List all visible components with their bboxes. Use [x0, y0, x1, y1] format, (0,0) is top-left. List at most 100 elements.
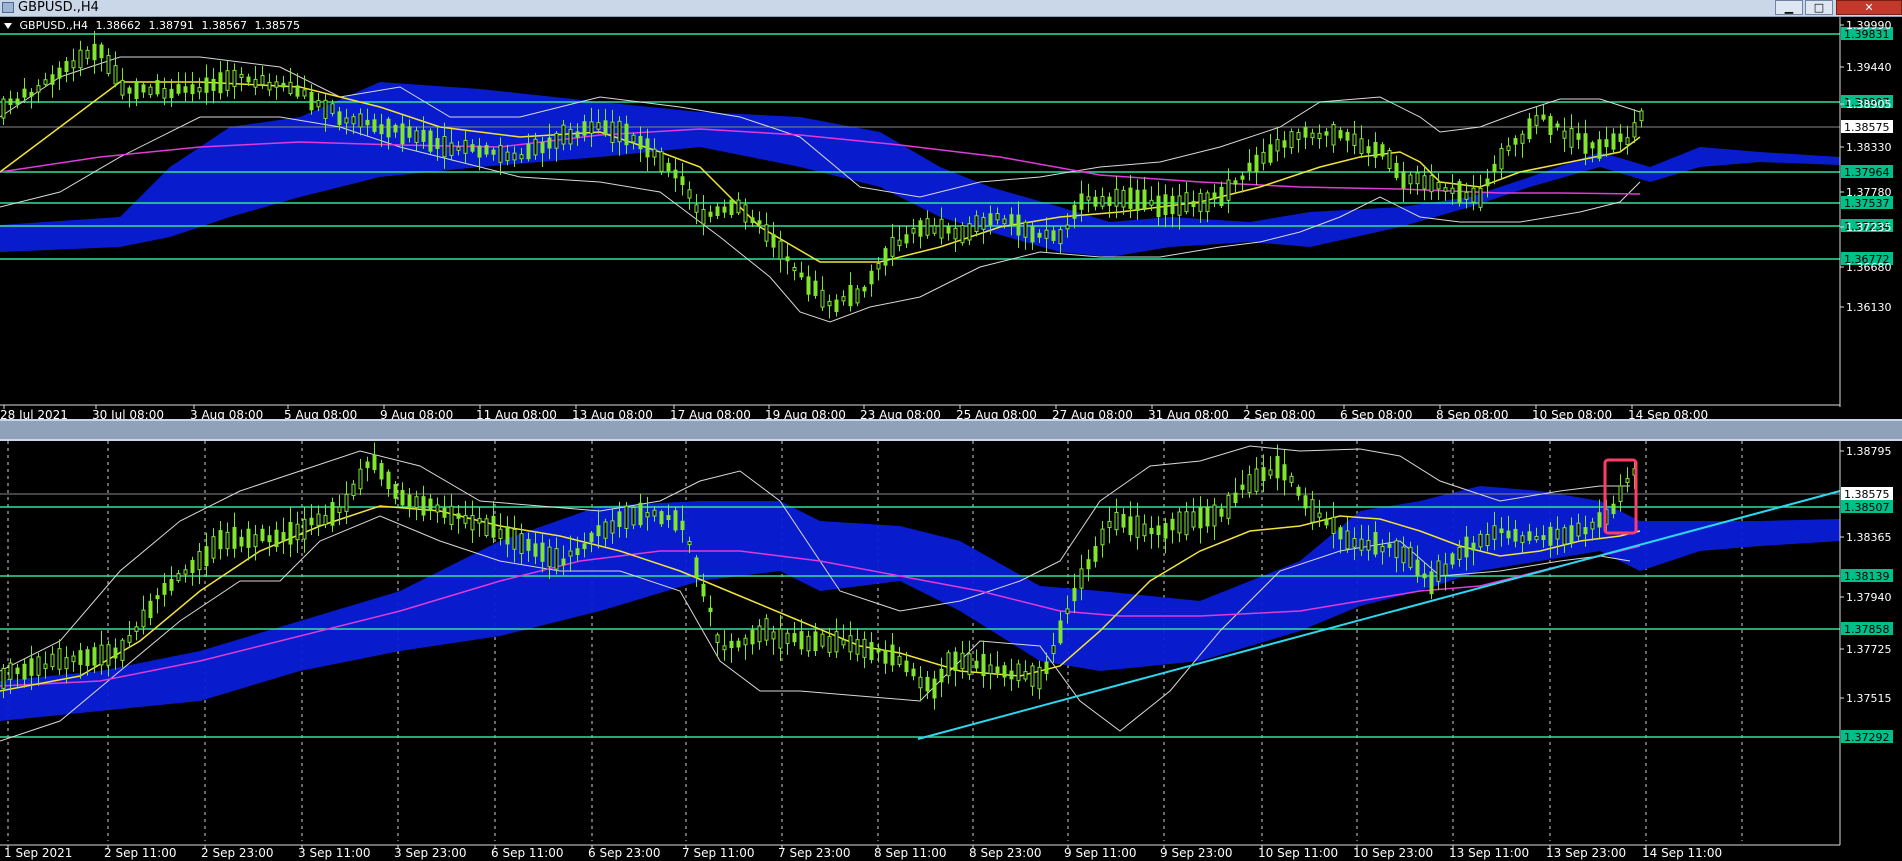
- candle-body: [1436, 560, 1441, 582]
- candle-body: [29, 91, 34, 97]
- candle-body: [267, 535, 272, 543]
- candle-body: [365, 119, 370, 126]
- candle-body: [1590, 521, 1595, 530]
- candle-body: [1317, 132, 1322, 139]
- candle-body: [393, 124, 398, 133]
- candle-body: [722, 645, 727, 651]
- candle-body: [925, 218, 930, 236]
- candle-body: [1261, 467, 1266, 482]
- time-label: 7 Sep 11:00: [682, 846, 754, 860]
- candle-body: [1142, 523, 1147, 537]
- candle-body: [757, 220, 762, 225]
- candle-body: [673, 169, 678, 179]
- candle-body: [15, 98, 20, 105]
- candle-body: [1296, 486, 1301, 496]
- candle-body: [1100, 528, 1105, 546]
- candle-body: [1415, 559, 1420, 577]
- candle-body: [435, 504, 440, 513]
- candle-body: [1352, 133, 1357, 146]
- price-scale-label: 1.39990: [1846, 19, 1892, 32]
- bottom-chart-canvas[interactable]: 1.38507 1.38139 1.37858 1.37292 1.38575 1.38…: [0, 441, 1902, 861]
- candle-body: [1422, 175, 1427, 190]
- candle-body: [1254, 154, 1259, 173]
- bottom-chart-pane[interactable]: 1.38507 1.38139 1.37858 1.37292 1.38575 1.38…: [0, 441, 1902, 861]
- candle-body: [708, 607, 713, 613]
- time-label: 13 Sep 23:00: [1546, 846, 1626, 860]
- candle-body: [1212, 192, 1217, 200]
- candle-body: [400, 123, 405, 145]
- candle-body: [169, 88, 174, 99]
- candle-body: [344, 117, 349, 124]
- candle-body: [1534, 115, 1539, 126]
- candle-body: [302, 89, 307, 97]
- time-label: 6 Sep 08:00: [1340, 408, 1412, 419]
- candle-body: [435, 138, 440, 149]
- candle-body: [1639, 110, 1644, 122]
- candle-body: [309, 517, 314, 526]
- candle-body: [1163, 194, 1168, 216]
- candle-body: [708, 211, 713, 217]
- candle-body: [631, 134, 636, 143]
- candle-body: [596, 122, 601, 130]
- candle-body: [1401, 546, 1406, 564]
- price-scale-label: 1.36680: [1846, 261, 1892, 274]
- candle-body: [603, 120, 608, 135]
- candle-body: [841, 296, 846, 302]
- candle-body: [1184, 192, 1189, 213]
- time-label: 3 Sep 11:00: [298, 846, 370, 860]
- candle-body: [498, 528, 503, 539]
- candle-body: [183, 86, 188, 93]
- candle-body: [561, 124, 566, 145]
- close-button[interactable]: ✕: [1836, 0, 1902, 15]
- candle-body: [1597, 139, 1602, 159]
- candle-body: [358, 113, 363, 128]
- candle-body: [1408, 174, 1413, 185]
- candle-body: [1219, 508, 1224, 517]
- candle-body: [1170, 518, 1175, 531]
- minimize-button[interactable]: ▁: [1775, 0, 1803, 15]
- candle-body: [862, 286, 867, 292]
- candle-body: [974, 215, 979, 233]
- candle-body: [267, 81, 272, 91]
- candle-body: [652, 148, 657, 158]
- pane-separator[interactable]: [0, 419, 1902, 441]
- candle-body: [1023, 671, 1028, 680]
- top-chart-pane[interactable]: 1.39831 1.38907 1.37964 1.37537 1.37234 1.367…: [0, 17, 1902, 419]
- candle-body: [988, 213, 993, 226]
- candle-body: [1387, 149, 1392, 169]
- candle-body: [491, 149, 496, 155]
- candle-body: [484, 145, 489, 155]
- candle-body: [120, 639, 125, 661]
- candle-body: [1457, 546, 1462, 560]
- candle-body: [281, 532, 286, 541]
- candle-body: [1338, 527, 1343, 540]
- candle-body: [1058, 229, 1063, 245]
- candle-body: [1009, 670, 1014, 680]
- candle-body: [1359, 138, 1364, 155]
- candle-body: [1597, 512, 1602, 528]
- candle-body: [1051, 645, 1056, 655]
- candle-body: [1163, 523, 1168, 539]
- candle-body: [169, 578, 174, 591]
- candle-body: [953, 651, 958, 672]
- candle-body: [379, 124, 384, 135]
- candle-body: [813, 631, 818, 652]
- collapse-triangle-icon[interactable]: [4, 23, 12, 29]
- candle-body: [365, 461, 370, 469]
- top-chart-canvas[interactable]: 1.398311.389071.379641.375371.372341.367…: [0, 17, 1902, 419]
- candle-body: [1632, 122, 1637, 138]
- candle-body: [645, 512, 650, 518]
- candle-body: [1569, 525, 1574, 544]
- price-scale-label: 1.38330: [1846, 141, 1892, 154]
- price-scale-label: 1.38905: [1846, 98, 1892, 111]
- candle-body: [414, 130, 419, 143]
- maximize-button[interactable]: □: [1805, 0, 1833, 15]
- candle-body: [470, 144, 475, 152]
- candle-body: [1079, 193, 1084, 210]
- candle-body: [680, 176, 685, 186]
- candle-body: [729, 199, 734, 215]
- candle-body: [897, 655, 902, 665]
- candle-body: [792, 633, 797, 643]
- time-label: 3 Aug 08:00: [190, 408, 263, 419]
- candle-body: [1205, 506, 1210, 527]
